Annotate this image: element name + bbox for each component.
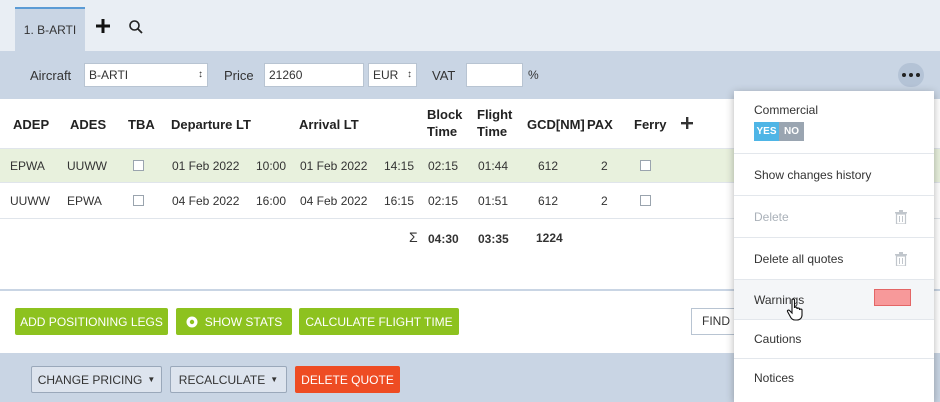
plus-icon[interactable] [95,18,111,34]
more-options-menu: Commercial YES NO Show changes history D… [734,91,934,402]
show-stats-label: SHOW STATS [204,314,283,329]
menu-item-warnings[interactable]: Warnings [734,280,934,320]
cell-pax: 2 [601,194,608,208]
delete-all-label: Delete all quotes [754,252,844,266]
header-block-time: Block Time [427,106,462,140]
menu-item-commercial: Commercial YES NO [734,91,934,154]
currency-value: EUR [373,68,399,82]
aircraft-label: Aircraft [30,68,72,83]
cell-flight-time: 01:44 [478,159,509,173]
cell-adep: UUWW [10,194,50,208]
add-positioning-legs-button[interactable]: ADD POSITIONING LEGS [15,308,168,335]
total-flight-time: 03:35 [478,232,509,246]
change-pricing-button[interactable]: CHANGE PRICING ▼ [31,366,162,393]
menu-item-cautions[interactable]: Cautions [734,320,934,359]
header-block-line1: Block [427,107,463,122]
notices-label: Notices [754,371,795,385]
header-pax: PAX [587,117,613,132]
currency-select[interactable]: EUR ↕ [368,63,417,87]
header-flight-line2: Time [477,124,508,139]
menu-item-notices[interactable]: Notices [734,359,934,402]
commercial-label: Commercial [754,103,819,117]
warnings-color-swatch[interactable] [874,289,911,306]
vat-input[interactable] [466,63,523,87]
cell-arrival-date: 01 Feb 2022 [300,159,368,173]
header-gcd: GCD[NM] [527,117,585,132]
change-pricing-label: CHANGE PRICING [37,372,143,387]
cell-adep: EPWA [10,159,45,173]
header-ades: ADES [70,117,107,132]
more-horizontal-icon[interactable] [898,63,924,87]
ferry-checkbox[interactable] [640,160,651,171]
cell-departure-time: 10:00 [256,159,287,173]
vat-unit: % [528,68,539,82]
price-value: 21260 [269,68,303,82]
cell-pax: 2 [601,159,608,173]
toggle-yes[interactable]: YES [754,122,779,141]
cell-gcd: 612 [538,159,559,173]
show-stats-button[interactable]: SHOW STATS [176,308,292,335]
toggle-no[interactable]: NO [779,122,804,141]
header-flight-line1: Flight [477,107,513,122]
tab-bar: 1. B-ARTI [0,0,940,51]
plus-icon[interactable] [681,117,693,129]
updown-chevron-icon: ↕ [198,69,203,80]
cell-arrival-date: 04 Feb 2022 [300,194,368,208]
header-departure-lt: Departure LT [171,117,251,132]
cell-ades: EPWA [67,194,102,208]
calculate-flight-time-button[interactable]: CALCULATE FLIGHT TIME [299,308,459,335]
delete-quote-button[interactable]: DELETE QUOTE [295,366,400,393]
header-ferry: Ferry [634,117,667,132]
menu-item-show-changes-history[interactable]: Show changes history [734,154,934,196]
total-gcd: 1224 [536,231,563,245]
tba-checkbox[interactable] [133,160,144,171]
price-label: Price [224,68,254,83]
ferry-checkbox[interactable] [640,195,651,206]
total-block-time: 04:30 [428,232,459,246]
stats-icon [186,316,198,327]
header-adep: ADEP [13,117,50,132]
header-flight-time: Flight Time [477,106,512,140]
delete-label: Delete [754,210,789,224]
sigma-icon: Σ [409,229,418,245]
trash-icon [895,210,907,224]
cell-departure-time: 16:00 [256,194,287,208]
vat-label: VAT [432,68,456,83]
show-history-label: Show changes history [754,168,872,182]
cell-flight-time: 01:51 [478,194,509,208]
cautions-label: Cautions [754,332,802,346]
hand-pointer-icon [786,298,803,321]
commercial-toggle[interactable]: YES NO [754,122,804,141]
updown-chevron-icon: ↕ [407,69,412,80]
caret-down-icon: ▼ [147,375,156,384]
cell-ades: UUWW [67,159,107,173]
header-block-line2: Time [427,124,458,139]
trash-icon [895,252,907,266]
aircraft-select[interactable]: B-ARTI ↕ [84,63,208,87]
search-icon[interactable] [128,19,144,35]
header-tba: TBA [128,117,155,132]
tab-quote-b-arti[interactable]: 1. B-ARTI [15,7,85,51]
cell-gcd: 612 [538,194,559,208]
header-arrival-lt: Arrival LT [299,117,359,132]
cell-block-time: 02:15 [428,194,459,208]
price-input[interactable]: 21260 [264,63,364,87]
recalculate-button[interactable]: RECALCULATE ▼ [170,366,287,393]
menu-item-delete-all-quotes[interactable]: Delete all quotes [734,238,934,280]
cell-departure-date: 04 Feb 2022 [172,194,240,208]
cell-arrival-time: 16:15 [384,194,415,208]
recalculate-label: RECALCULATE [178,372,266,387]
cell-departure-date: 01 Feb 2022 [172,159,240,173]
cell-arrival-time: 14:15 [384,159,415,173]
caret-down-icon: ▼ [270,375,279,384]
tba-checkbox[interactable] [133,195,144,206]
aircraft-value: B-ARTI [89,68,129,82]
menu-item-delete[interactable]: Delete [734,196,934,238]
cell-block-time: 02:15 [428,159,459,173]
